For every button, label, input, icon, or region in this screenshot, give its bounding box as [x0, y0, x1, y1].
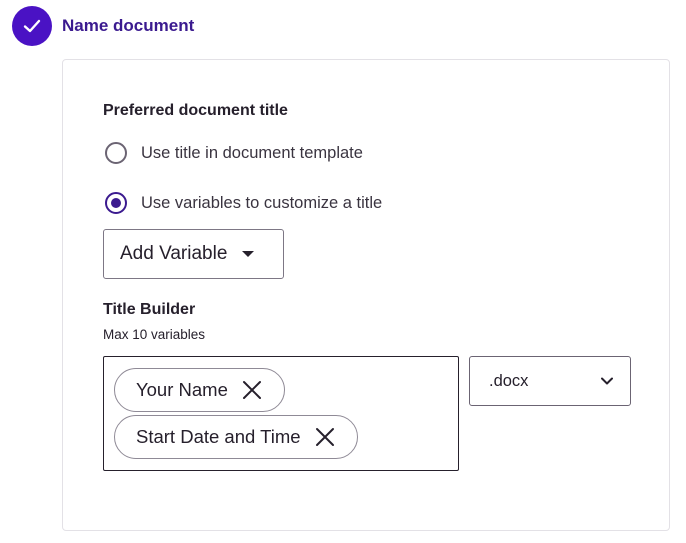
file-extension-select[interactable]: .docx [469, 356, 631, 406]
add-variable-button[interactable]: Add Variable [103, 229, 284, 279]
radio-selected-dot [111, 198, 121, 208]
radio-option-template-title[interactable]: Use title in document template [105, 142, 363, 164]
radio-button[interactable] [105, 192, 127, 214]
title-builder-field[interactable]: Your Name Start Date and Time [103, 356, 459, 471]
step-header: Name document [12, 6, 194, 46]
title-builder-heading: Title Builder [103, 301, 196, 318]
step-complete-badge [12, 6, 52, 46]
chip-label: Start Date and Time [136, 426, 301, 447]
variable-chip-your-name: Your Name [114, 368, 285, 412]
radio-label: Use title in document template [141, 143, 363, 162]
add-variable-label: Add Variable [120, 243, 228, 264]
variable-chip-start-date-time: Start Date and Time [114, 415, 358, 459]
chevron-down-icon [601, 377, 613, 385]
radio-button[interactable] [105, 142, 127, 164]
step-title: Name document [62, 16, 195, 35]
close-icon[interactable] [315, 427, 335, 447]
radio-label: Use variables to customize a title [141, 193, 383, 212]
file-extension-value: .docx [489, 371, 529, 390]
check-icon [23, 19, 41, 33]
caret-down-icon [242, 251, 255, 257]
chip-label: Your Name [136, 379, 228, 400]
title-builder-hint: Max 10 variables [103, 327, 206, 342]
radio-option-variables-title[interactable]: Use variables to customize a title [105, 192, 382, 214]
preferred-title-label: Preferred document title [103, 102, 288, 119]
close-icon[interactable] [242, 380, 262, 400]
